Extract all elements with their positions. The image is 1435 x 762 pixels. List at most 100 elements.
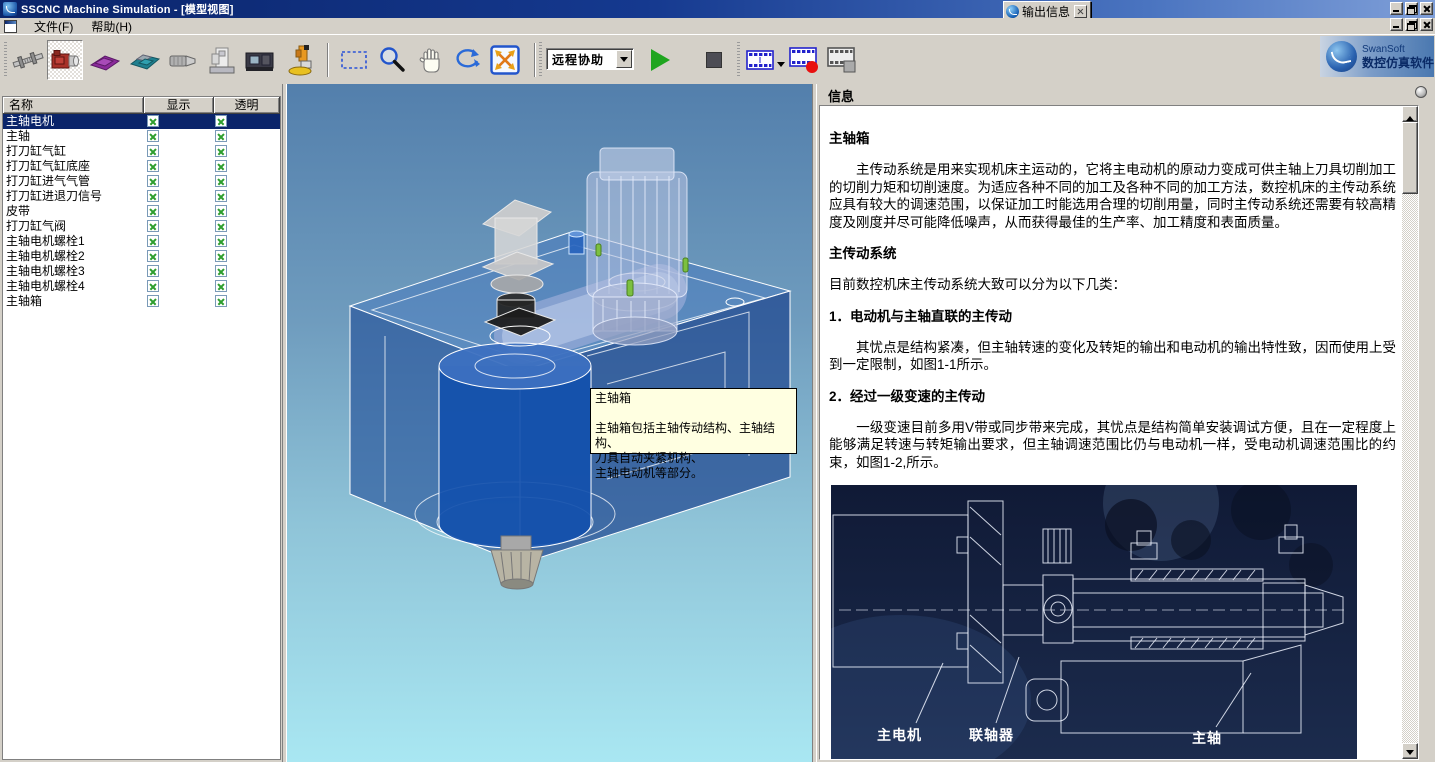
column-header-name[interactable]: 名称: [3, 97, 144, 114]
part-row[interactable]: 主轴箱: [3, 294, 280, 309]
toolbar-grip[interactable]: [4, 42, 7, 78]
info-heading: 1．电动机与主轴直联的主传动: [829, 308, 1396, 325]
show-checkbox[interactable]: [147, 280, 159, 292]
info-paragraph: 一级变速目前多用V带或同步带来完成，其忧点是结构简单安装调试方便，且在一定程度上…: [829, 419, 1396, 472]
machine-column-button[interactable]: [204, 40, 240, 80]
parts-table: 名称 显示 透明 主轴电机主轴打刀缸气缸打刀缸气缸底座打刀缸进气气管打刀缸进退刀…: [2, 96, 281, 760]
restore-button[interactable]: [1405, 2, 1418, 15]
machine-bed-button[interactable]: [87, 40, 123, 80]
transparent-checkbox[interactable]: [215, 190, 227, 202]
show-checkbox[interactable]: [147, 295, 159, 307]
film-icon: [745, 48, 775, 72]
show-checkbox[interactable]: [147, 115, 159, 127]
spindle-head-button[interactable]: [47, 40, 83, 80]
transparent-checkbox[interactable]: [215, 175, 227, 187]
column-header-transparent[interactable]: 透明: [214, 97, 280, 114]
minimize-button[interactable]: [1390, 2, 1403, 15]
transparent-checkbox[interactable]: [215, 265, 227, 277]
part-row[interactable]: 主轴电机螺栓3: [3, 264, 280, 279]
info-heading: 2．经过一级变速的主传动: [829, 388, 1396, 405]
scroll-thumb[interactable]: [1402, 122, 1418, 194]
show-checkbox[interactable]: [147, 205, 159, 217]
rotate-button[interactable]: [450, 40, 486, 80]
menu-item-help[interactable]: 帮助(H): [82, 18, 141, 35]
pin-icon[interactable]: [1415, 86, 1427, 98]
show-checkbox[interactable]: [147, 265, 159, 277]
transparent-checkbox[interactable]: [215, 160, 227, 172]
machine-saddle-icon: [129, 45, 161, 75]
remote-assist-combo[interactable]: 远程协助: [546, 48, 634, 70]
window-title: SSCNC Machine Simulation - [模型视图]: [21, 1, 234, 17]
child-minimize-button[interactable]: [1390, 18, 1403, 31]
close-button[interactable]: [1420, 2, 1433, 15]
transparent-checkbox[interactable]: [215, 130, 227, 142]
child-close-button[interactable]: [1420, 18, 1433, 31]
play-button[interactable]: [642, 40, 678, 80]
show-checkbox[interactable]: [147, 160, 159, 172]
column-header-show[interactable]: 显示: [144, 97, 214, 114]
child-window-icon[interactable]: [4, 20, 17, 33]
part-row[interactable]: 打刀缸气阀: [3, 219, 280, 234]
part-row[interactable]: 主轴电机螺栓2: [3, 249, 280, 264]
part-name: 打刀缸气缸底座: [3, 159, 90, 173]
info-scrollbar[interactable]: [1402, 106, 1418, 759]
select-rect-button[interactable]: [336, 40, 372, 80]
part-row[interactable]: 主轴电机: [3, 114, 280, 129]
figure-label-motor: 主电机: [877, 725, 922, 745]
part-name: 皮带: [3, 204, 30, 218]
tool-magazine-button[interactable]: [284, 40, 320, 80]
part-row[interactable]: 主轴电机螺栓4: [3, 279, 280, 294]
fit-view-button[interactable]: [487, 40, 523, 80]
lead-screw-button[interactable]: [10, 40, 46, 80]
record-stop-icon: [826, 46, 858, 74]
transparent-checkbox[interactable]: [215, 295, 227, 307]
model-viewport[interactable]: 主轴箱 主轴箱包括主轴传动结构、主轴结构、刀具自动夹紧机构、主轴电动机等部分。: [287, 84, 812, 762]
output-info-label: 输出信息: [1022, 3, 1070, 20]
app-icon: [3, 2, 17, 16]
record-stop-button[interactable]: [824, 40, 860, 80]
transparent-checkbox[interactable]: [215, 250, 227, 262]
cnc-machine-button[interactable]: [242, 40, 278, 80]
part-row[interactable]: 打刀缸进气气管: [3, 174, 280, 189]
show-checkbox[interactable]: [147, 220, 159, 232]
show-checkbox[interactable]: [147, 250, 159, 262]
show-checkbox[interactable]: [147, 235, 159, 247]
part-row[interactable]: 打刀缸气缸: [3, 144, 280, 159]
menu-item-file[interactable]: 文件(F): [25, 18, 82, 35]
machine-bed-icon: [89, 45, 121, 75]
transparent-checkbox[interactable]: [215, 115, 227, 127]
part-row[interactable]: 主轴: [3, 129, 280, 144]
transparent-checkbox[interactable]: [215, 205, 227, 217]
part-row[interactable]: 主轴电机螺栓1: [3, 234, 280, 249]
model-tooltip: 主轴箱 主轴箱包括主轴传动结构、主轴结构、刀具自动夹紧机构、主轴电动机等部分。: [590, 388, 797, 454]
show-checkbox[interactable]: [147, 190, 159, 202]
toolbar-grip[interactable]: [539, 42, 542, 78]
scroll-up-icon[interactable]: [1402, 106, 1418, 122]
pan-button[interactable]: [414, 40, 450, 80]
show-checkbox[interactable]: [147, 175, 159, 187]
transparent-checkbox[interactable]: [215, 280, 227, 292]
show-checkbox[interactable]: [147, 145, 159, 157]
output-info-close-icon[interactable]: [1074, 5, 1087, 18]
show-checkbox[interactable]: [147, 130, 159, 142]
part-row[interactable]: 皮带: [3, 204, 280, 219]
toolbar: 远程协助: [0, 34, 1435, 84]
spindle-unit-button[interactable]: [165, 40, 201, 80]
transparent-checkbox[interactable]: [215, 220, 227, 232]
menu-items: 文件(F)帮助(H): [25, 18, 141, 35]
chevron-down-icon[interactable]: [616, 50, 632, 68]
machine-saddle-button[interactable]: [127, 40, 163, 80]
part-row[interactable]: 打刀缸进退刀信号: [3, 189, 280, 204]
info-sections: 主轴箱 主传动系统是用来实现机床主运动的，它将主电动机的原动力变成可供主轴上刀具…: [829, 130, 1396, 471]
zoom-button[interactable]: [374, 40, 410, 80]
child-restore-button[interactable]: [1405, 18, 1418, 31]
toolbar-grip[interactable]: [737, 42, 740, 78]
scroll-down-icon[interactable]: [1402, 743, 1418, 759]
film-dropdown-icon[interactable]: [776, 59, 786, 69]
transparent-checkbox[interactable]: [215, 145, 227, 157]
record-button[interactable]: [786, 40, 822, 80]
stop-button[interactable]: [696, 40, 732, 80]
transparent-checkbox[interactable]: [215, 235, 227, 247]
part-row[interactable]: 打刀缸气缸底座: [3, 159, 280, 174]
film-button[interactable]: [742, 40, 778, 80]
